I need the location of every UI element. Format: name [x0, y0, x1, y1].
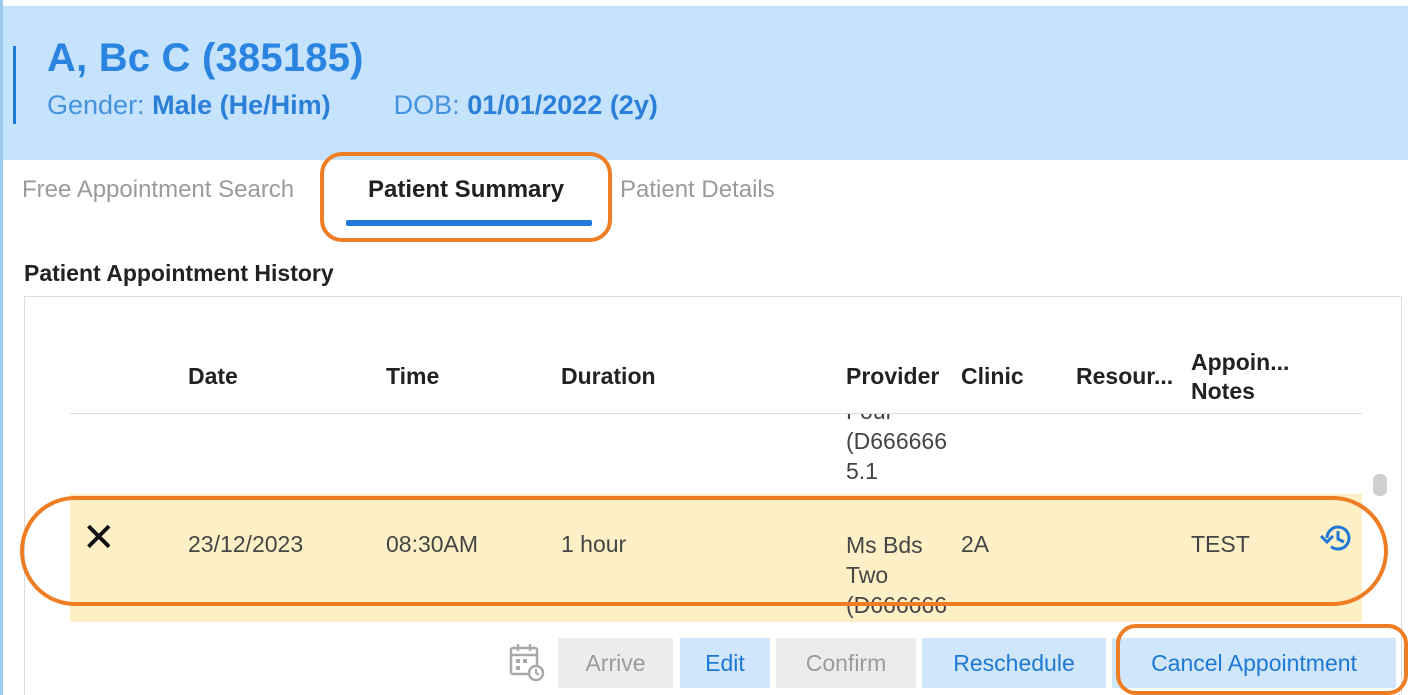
active-tab-indicator — [346, 220, 592, 226]
column-header-resource[interactable]: Resour... — [1076, 363, 1173, 390]
row-provider-line2: Two — [846, 562, 889, 588]
patient-header: A, Bc C (385185) Gender: Male (He/Him) D… — [3, 6, 1408, 160]
tab-patient-summary[interactable]: Patient Summary — [368, 170, 564, 210]
patient-name: A, Bc C (385185) — [47, 36, 364, 80]
column-header-notes-line1: Appoin... — [1191, 349, 1290, 375]
column-header-duration[interactable]: Duration — [561, 363, 656, 390]
column-header-provider[interactable]: Provider — [846, 363, 939, 390]
header-accent-bar — [13, 46, 16, 124]
dob-value: 01/01/2022 (2y) — [467, 90, 658, 120]
patient-demographics: Gender: Male (He/Him) DOB: 01/01/2022 (2… — [47, 90, 658, 121]
appointment-history-title: Patient Appointment History — [24, 260, 334, 286]
tab-patient-details[interactable]: Patient Details — [620, 170, 775, 210]
previous-row-provider-line2: (D666666 — [846, 428, 948, 454]
history-icon[interactable] — [1318, 520, 1358, 556]
column-header-clinic[interactable]: Clinic — [961, 363, 1024, 390]
previous-row-provider-line3: 5.1 — [846, 458, 878, 484]
gender-value: Male (He/Him) — [152, 90, 331, 120]
column-header-appointment-notes[interactable]: Appoin... Notes — [1191, 348, 1289, 406]
row-provider-line3: (D666666 — [846, 592, 948, 618]
confirm-button[interactable]: Confirm — [776, 638, 916, 688]
row-provider-line1: Ms Bds — [846, 532, 923, 558]
reschedule-button[interactable]: Reschedule — [922, 638, 1106, 688]
row-clinic: 2A — [961, 531, 990, 557]
column-header-notes-line2: Notes — [1191, 378, 1255, 404]
gender-label: Gender: — [47, 90, 145, 120]
previous-row-provider-line1: Four — [846, 414, 947, 426]
grid-scrollbar-thumb[interactable] — [1373, 474, 1387, 496]
cancel-appointment-button[interactable]: Cancel Appointment — [1112, 638, 1396, 688]
calendar-icon[interactable] — [508, 642, 546, 682]
edit-button[interactable]: Edit — [680, 638, 770, 688]
row-notes: TEST — [1191, 531, 1250, 557]
dob-label: DOB: — [393, 90, 460, 120]
tab-free-appointment-search[interactable]: Free Appointment Search — [22, 170, 294, 210]
column-header-time[interactable]: Time — [386, 363, 439, 390]
row-date: 23/12/2023 — [188, 531, 304, 557]
column-header-date[interactable]: Date — [188, 363, 238, 390]
x-icon: ✕ — [82, 516, 116, 560]
row-provider: Ms Bds Two (D666666 — [846, 530, 958, 622]
arrive-button[interactable]: Arrive — [558, 638, 673, 688]
selected-appointment-row[interactable] — [70, 494, 1362, 622]
row-duration: 1 hour — [561, 531, 627, 557]
previous-row-provider: Four (D666666 5.1 — [846, 414, 958, 492]
row-time: 08:30AM — [386, 531, 479, 557]
header-divider — [70, 413, 1362, 414]
